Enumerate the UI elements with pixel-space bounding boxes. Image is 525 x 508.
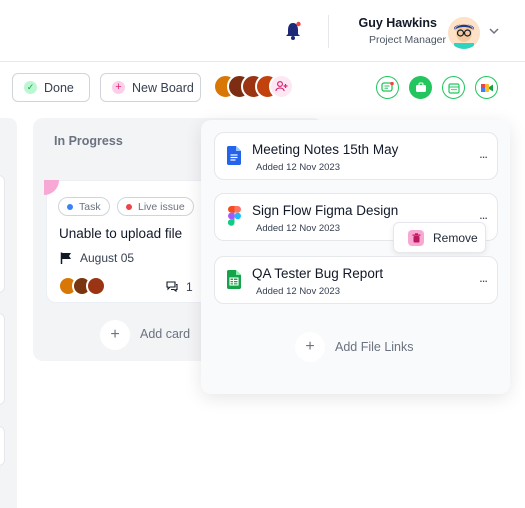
add-file-links-button[interactable]: +	[295, 332, 325, 362]
plus-icon: +	[112, 81, 125, 94]
tag-label: Live issue	[138, 200, 185, 213]
previous-column-card[interactable]	[0, 313, 5, 405]
add-member-icon[interactable]	[269, 74, 294, 99]
file-date: Added 12 Nov 2023	[256, 286, 340, 297]
tag-task[interactable]: Task	[58, 197, 110, 216]
user-name: Guy Hawkins	[358, 16, 438, 30]
google-docs-icon	[227, 146, 241, 165]
chat-app-icon[interactable]	[376, 76, 399, 99]
file-item[interactable]: Meeting Notes 15th May Added 12 Nov 2023…	[214, 132, 498, 180]
more-options-icon[interactable]: ...	[479, 146, 488, 161]
trash-icon	[408, 229, 424, 246]
top-header	[0, 0, 525, 62]
header-divider	[328, 15, 329, 48]
file-date: Added 12 Nov 2023	[256, 223, 340, 234]
more-options-icon[interactable]: ...	[479, 270, 488, 285]
file-name: Meeting Notes 15th May	[252, 142, 399, 157]
calendar-app-icon[interactable]	[442, 76, 465, 99]
google-meet-icon[interactable]	[475, 76, 498, 99]
tag-label: Task	[79, 200, 101, 213]
file-name: Sign Flow Figma Design	[252, 203, 399, 218]
file-date: Added 12 Nov 2023	[256, 162, 340, 173]
done-label: Done	[44, 80, 74, 95]
column-title: In Progress	[54, 134, 123, 148]
comment-count: 1	[186, 280, 193, 294]
file-name: QA Tester Bug Report	[252, 266, 384, 281]
tag-live-issue[interactable]: Live issue	[117, 197, 194, 216]
flag-icon	[60, 252, 71, 264]
add-card-button[interactable]: +	[100, 320, 130, 350]
figma-icon	[228, 206, 241, 226]
briefcase-app-icon[interactable]	[409, 76, 432, 99]
remove-label: Remove	[433, 230, 478, 245]
card-title: Unable to upload file	[59, 226, 183, 241]
check-icon: ✓	[24, 81, 37, 94]
tag-dot	[67, 203, 73, 210]
add-card-label[interactable]: Add card	[140, 327, 190, 341]
google-sheets-icon	[227, 270, 241, 289]
file-item[interactable]: QA Tester Bug Report Added 12 Nov 2023 .…	[214, 256, 498, 304]
assignee-avatar	[86, 276, 106, 296]
board-members[interactable]	[213, 74, 294, 100]
user-avatar[interactable]	[448, 17, 480, 49]
tag-dot	[126, 203, 132, 210]
new-board-button[interactable]: + New Board	[100, 73, 201, 102]
previous-column-card[interactable]	[0, 426, 5, 466]
remove-menu-item[interactable]: Remove	[393, 222, 486, 253]
user-role: Project Manager	[368, 34, 446, 46]
due-date: August 05	[80, 251, 135, 265]
add-file-links-label[interactable]: Add File Links	[335, 340, 414, 354]
new-board-label: New Board	[132, 80, 194, 95]
done-button[interactable]: ✓ Done	[12, 73, 90, 102]
chevron-down-icon[interactable]	[488, 25, 500, 37]
more-options-icon[interactable]: ...	[479, 207, 488, 222]
notification-bell-icon[interactable]	[284, 21, 302, 41]
previous-column-card[interactable]	[0, 175, 5, 293]
comment-icon	[166, 281, 178, 292]
